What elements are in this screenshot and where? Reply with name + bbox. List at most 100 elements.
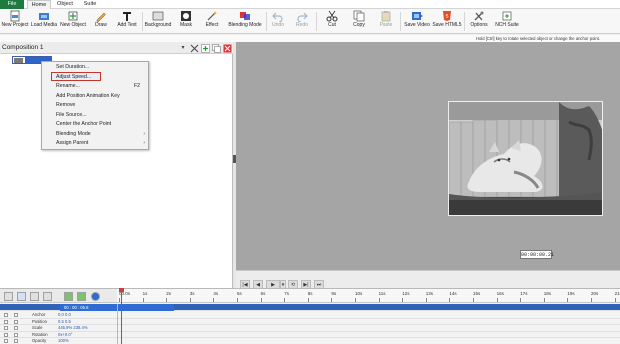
delete-icon[interactable]: [223, 44, 232, 53]
save-video-button[interactable]: Save Video: [403, 10, 431, 33]
undo-label: Undo: [272, 22, 284, 28]
ruler-tick-mark: [331, 298, 333, 302]
menu-item-assign-parent[interactable]: Assign Parent ›: [42, 139, 148, 149]
mask-button[interactable]: Mask: [175, 10, 197, 33]
cut-button[interactable]: Cut: [322, 10, 342, 33]
load-media-icon: [39, 13, 49, 20]
timeline-toolbar: [0, 289, 117, 303]
new-project-icon: [10, 10, 20, 22]
row-key-icon[interactable]: [14, 326, 18, 330]
ruler-tick-label: 8s: [307, 291, 313, 296]
ruler-tick-mark: [284, 298, 286, 302]
menu-item-label: Blending Mode: [56, 130, 91, 137]
add-key-icon[interactable]: [77, 292, 86, 301]
row-key-icon[interactable]: [14, 332, 18, 337]
add-text-button[interactable]: Add Text: [114, 10, 140, 33]
menu-item-remove[interactable]: Remove: [42, 101, 148, 111]
row-key-icon[interactable]: [14, 313, 18, 317]
row-toggle-icon[interactable]: [4, 332, 8, 337]
timeline-divider: [117, 304, 118, 344]
submenu-arrow-icon: ›: [143, 130, 145, 137]
ruler-tick-mark: [213, 298, 215, 302]
video-frame-cat[interactable]: [448, 101, 603, 216]
copy-button[interactable]: Copy: [348, 10, 370, 33]
new-project-button[interactable]: New Project: [0, 10, 30, 33]
ruler-tick-label: 6s: [260, 291, 266, 296]
draw-button[interactable]: Draw: [90, 10, 112, 33]
ruler-tick-mark: [425, 298, 427, 302]
effect-button[interactable]: Effect: [200, 10, 224, 33]
tab-suite[interactable]: Suite: [80, 0, 100, 9]
ruler-tick-mark: [142, 298, 144, 302]
menu-item-label: File Source...: [56, 111, 87, 118]
track-row-main[interactable]: 00 : 00 : 05.8: [0, 304, 620, 311]
playhead-line[interactable]: [121, 288, 122, 344]
track-value[interactable]: 0.5 0.5: [58, 319, 71, 325]
save-html5-button[interactable]: 5 Save HTML5: [432, 10, 462, 33]
menu-item-file-source[interactable]: File Source...: [42, 111, 148, 121]
track-value[interactable]: 445.9% 238.4%: [58, 325, 88, 331]
row-key-icon[interactable]: [14, 339, 18, 343]
menu-item-center-anchor[interactable]: Center the Anchor Point: [42, 120, 148, 130]
html5-icon: 5: [443, 11, 451, 21]
zoom-icon[interactable]: [4, 292, 13, 301]
tab-object[interactable]: Object: [54, 0, 76, 9]
row-toggle-icon[interactable]: [4, 319, 8, 324]
ruler-tick-mark: [543, 298, 545, 302]
timeline-panel: 00.0s 1s 2s 3s 4s 5s 6s 7s 8s 9s 10s 11s 12s 13s 14s 15…: [0, 288, 620, 344]
ruler-tick-mark: [567, 298, 569, 302]
timeline-ruler[interactable]: 00.0s 1s 2s 3s 4s 5s 6s 7s 8s 9s 10s 11s 12s 13s 14s 15…: [117, 289, 620, 303]
tab-home[interactable]: Home: [27, 0, 51, 9]
nch-suite-button[interactable]: NCH Suite: [494, 10, 520, 33]
undo-button[interactable]: Undo: [268, 10, 288, 33]
row-toggle-icon[interactable]: [4, 339, 8, 343]
layer-thumbnail: [14, 58, 23, 63]
paste-button[interactable]: Paste: [375, 10, 397, 33]
tab-file[interactable]: File: [0, 0, 24, 9]
row-toggle-icon[interactable]: [4, 313, 8, 317]
track-row-opacity[interactable]: Opacity 100%: [0, 338, 620, 344]
load-media-button[interactable]: Load Media: [30, 10, 58, 33]
menu-item-rename[interactable]: Rename... F2: [42, 82, 148, 92]
composition-title[interactable]: Composition 1: [2, 44, 44, 52]
draw-icon: [96, 12, 106, 22]
track-value[interactable]: 100%: [58, 338, 69, 344]
ruler-tick-label: 16s: [496, 291, 504, 296]
duplicate-icon[interactable]: [212, 44, 221, 53]
ruler-tick-label: 10s: [355, 291, 363, 296]
ruler-tick-mark: [119, 298, 120, 302]
row-toggle-icon[interactable]: [4, 326, 8, 330]
keyframe-icon[interactable]: [30, 292, 39, 301]
playhead-handle[interactable]: [119, 288, 124, 292]
magnet-icon[interactable]: [17, 292, 26, 301]
background-button[interactable]: Background: [144, 10, 172, 33]
menu-item-set-duration[interactable]: Set Duration...: [42, 63, 148, 73]
scissors-icon[interactable]: [190, 44, 199, 53]
ruler-tick-label: 2s: [166, 291, 171, 296]
blending-mode-button[interactable]: Blending Mode: [226, 10, 264, 33]
menu-item-label: Assign Parent: [56, 140, 89, 146]
chevron-down-icon[interactable]: ▾: [179, 44, 187, 52]
add-green-icon[interactable]: [201, 44, 210, 53]
redo-button[interactable]: Redo: [292, 10, 312, 33]
hint-bar: Hold [Ctrl] key to rotate selected objec…: [0, 35, 620, 42]
copy-label: Copy: [353, 22, 365, 28]
track-value[interactable]: 0.0 0.0: [58, 312, 71, 318]
track-value[interactable]: 0x+0.0°: [58, 332, 72, 338]
ruler-tick-mark: [355, 298, 356, 302]
composition-header: Composition 1 ▾: [0, 42, 233, 54]
new-object-button[interactable]: New Object: [58, 10, 88, 33]
menu-item-add-position-key[interactable]: Add Position Animation Key: [42, 92, 148, 102]
menu-item-adjust-speed[interactable]: Adjust Speed...: [42, 73, 148, 83]
blending-mode-label: Blending Mode: [228, 22, 262, 28]
menu-item-blending-mode[interactable]: Blending Mode ›: [42, 130, 148, 140]
add-track-icon[interactable]: [64, 292, 73, 301]
timeline-tracks: 00 : 00 : 05.8 Anchor 0.0 0.0 Position 0…: [0, 304, 620, 344]
help-icon[interactable]: [91, 292, 100, 301]
new-object-label: New Object: [60, 22, 86, 28]
options-button[interactable]: Options: [468, 10, 490, 33]
split-icon[interactable]: [43, 292, 52, 301]
ruler-tick-label: 7s: [284, 291, 289, 296]
row-key-icon[interactable]: [14, 319, 18, 324]
track-name: Scale: [32, 325, 43, 330]
